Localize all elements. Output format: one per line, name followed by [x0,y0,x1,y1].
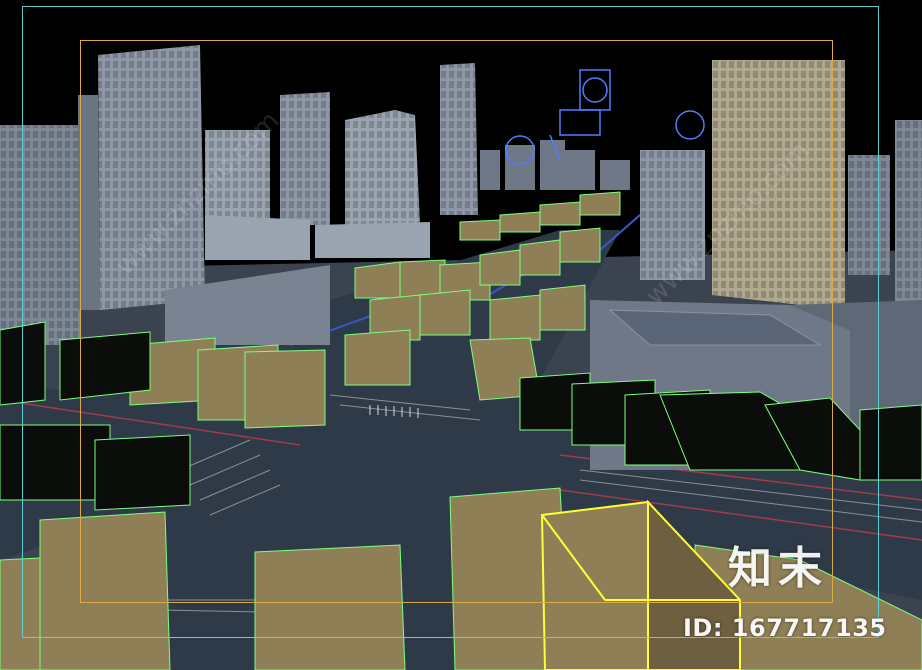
watermark-logo: 知末 [728,543,828,594]
tower-left-edge [0,125,80,345]
tower-mid [280,92,330,225]
tower-tall-center [440,63,478,215]
blue-wire-props [505,69,705,165]
3d-viewport[interactable]: www.znzmo.com www.znzmo.com 知末 ID: 16771… [0,0,922,670]
tower-center [345,110,420,225]
watermark-id: ID: 167717135 [683,614,887,642]
